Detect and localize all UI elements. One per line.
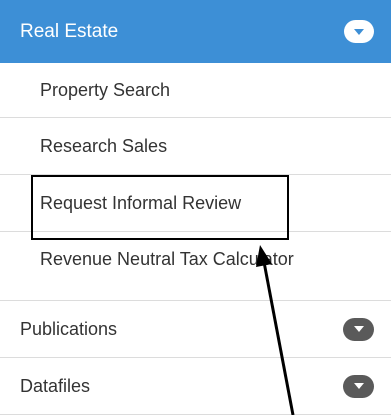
sidebar-menu: Real Estate Property Search Research Sal… <box>0 0 391 415</box>
expand-toggle-button[interactable] <box>343 317 374 341</box>
menu-item-research-sales[interactable]: Research Sales <box>0 118 391 175</box>
expand-toggle-button[interactable] <box>343 374 374 398</box>
menu-item-label: Publications <box>20 318 118 339</box>
menu-item-label: Research Sales <box>40 135 168 156</box>
menu-item-property-search[interactable]: Property Search <box>0 63 391 118</box>
chevron-down-icon <box>353 326 364 332</box>
menu-item-publications[interactable]: Publications <box>0 301 391 358</box>
expand-toggle-button[interactable] <box>344 20 374 43</box>
menu-item-label: Property Search <box>40 79 171 100</box>
menu-header-label: Real Estate <box>20 20 119 42</box>
menu-item-datafiles[interactable]: Datafiles <box>0 358 391 415</box>
chevron-down-icon <box>353 383 364 389</box>
menu-item-revenue-neutral-tax-calculator[interactable]: Revenue Neutral Tax Calculator <box>0 232 391 301</box>
menu-item-request-informal-review[interactable]: Request Informal Review <box>0 175 391 232</box>
chevron-down-icon <box>354 28 364 35</box>
menu-header-real-estate[interactable]: Real Estate <box>0 0 391 63</box>
menu-item-label: Revenue Neutral Tax Calculator <box>40 248 294 269</box>
menu-item-label: Datafiles <box>20 375 91 396</box>
menu-item-label: Request Informal Review <box>40 192 242 213</box>
